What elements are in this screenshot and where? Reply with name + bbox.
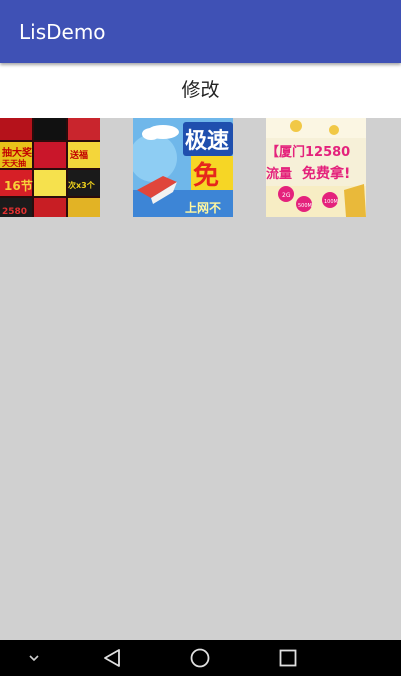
navigation-bar: [0, 640, 401, 676]
xiamen-line-3: 2G: [282, 192, 291, 199]
collage-line-1: 天天抽: [2, 158, 26, 168]
xiamen-line-1: 流量: [266, 166, 292, 182]
xiamen-12580-poster-image: 【厦门12580 流量 免费拿! 2G 500M 100M: [266, 118, 366, 217]
collage-line-5: 16节: [4, 178, 33, 193]
grid-item-poster-collage[interactable]: 抽大奖 天天抽 送福 次x3个 2580 16节: [0, 118, 100, 217]
grid-item-xiamen-12580-poster[interactable]: 【厦门12580 流量 免费拿! 2G 500M 100M: [266, 118, 366, 217]
free-poster-line-0: 极速: [185, 128, 229, 154]
xiamen-line-0: 【厦门12580: [266, 144, 350, 160]
xiamen-line-4: 500M: [298, 203, 312, 209]
image-grid: 抽大奖 天天抽 送福 次x3个 2580 16节 极速 免 上网不 【厦门125…: [0, 118, 401, 640]
edit-bar: 修改: [0, 63, 401, 118]
collage-line-0: 抽大奖: [2, 146, 33, 159]
app-title: LisDemo: [19, 20, 106, 44]
free-poster-line-1: 免: [193, 160, 219, 191]
recents-icon[interactable]: [268, 640, 308, 676]
xiamen-line-2: 免费拿!: [302, 165, 350, 182]
free-internet-poster-image: 极速 免 上网不: [133, 118, 233, 217]
poster-collage-image: 抽大奖 天天抽 送福 次x3个 2580 16节: [0, 118, 100, 217]
edit-button[interactable]: 修改: [0, 63, 401, 118]
xiamen-line-5: 100M: [324, 199, 338, 205]
free-poster-line-2: 上网不: [185, 200, 221, 215]
screen: LisDemo 修改 抽大奖 天天抽 送福 次x3个 2580 16节 极速 免…: [0, 0, 401, 676]
home-icon[interactable]: [180, 640, 220, 676]
collage-line-2: 送福: [69, 149, 88, 161]
chevron-down-icon[interactable]: [14, 640, 54, 676]
app-bar: LisDemo: [0, 0, 401, 63]
collage-line-4: 2580: [2, 207, 27, 217]
back-icon[interactable]: [92, 640, 132, 676]
collage-line-3: 次x3个: [68, 180, 96, 190]
grid-item-free-internet-poster[interactable]: 极速 免 上网不: [133, 118, 233, 217]
